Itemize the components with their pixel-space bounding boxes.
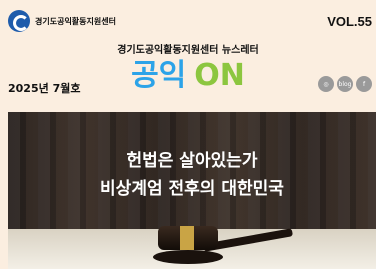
- hero-title-line2: 비상계엄 전후의 대한민국: [100, 179, 284, 199]
- header-org[interactable]: 경기도공익활동지원센터: [8, 10, 116, 32]
- issue-date: 2025년 7월호: [8, 82, 81, 95]
- org-logo-icon[interactable]: [8, 10, 30, 32]
- volume-label: VOL.55: [327, 14, 372, 29]
- brand-part1: 공익: [131, 58, 187, 93]
- gavel-band-image: [180, 226, 194, 250]
- hero-title-line1: 헌법은 살아있는가: [126, 151, 258, 171]
- facebook-icon[interactable]: f: [356, 76, 372, 92]
- social-links: ◎ blog f: [318, 76, 372, 92]
- hero-banner[interactable]: 헌법은 살아있는가 비상계엄 전후의 대한민국: [8, 112, 376, 269]
- org-name[interactable]: 경기도공익활동지원센터: [35, 16, 116, 27]
- brand-part2: ON: [194, 58, 245, 93]
- gavel-base-image: [153, 250, 223, 264]
- newsletter-page: 경기도공익활동지원센터 VOL.55 경기도공익활동지원센터 뉴스레터 공익 ON…: [0, 0, 376, 269]
- blog-icon[interactable]: blog: [337, 76, 353, 92]
- instagram-icon[interactable]: ◎: [318, 76, 334, 92]
- newsletter-title: 경기도공익활동지원센터 뉴스레터: [117, 45, 259, 56]
